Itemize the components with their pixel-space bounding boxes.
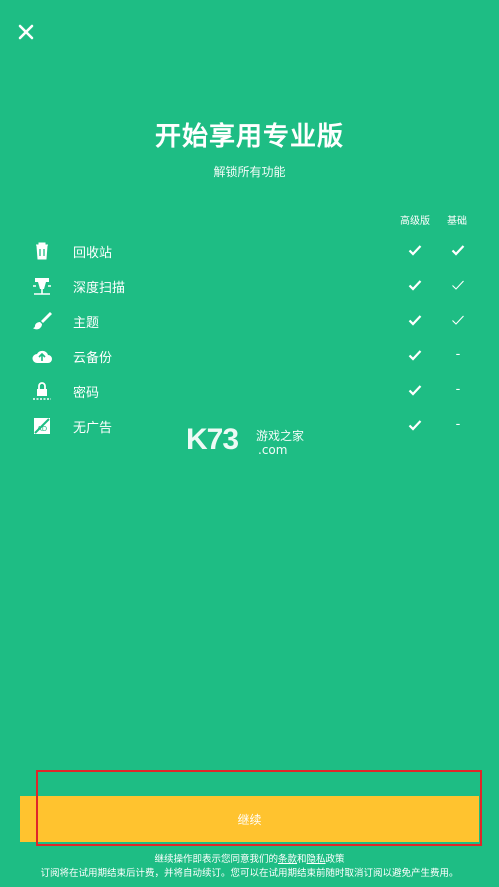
- feature-label: 深度扫描: [73, 281, 126, 296]
- terms-link[interactable]: 条款: [278, 854, 297, 865]
- check-icon: [448, 241, 468, 259]
- terms-prefix: 继续操作即表示您同意我们的: [154, 854, 278, 865]
- feature-label: 云备份: [73, 351, 113, 366]
- scan-icon: [30, 274, 54, 298]
- check-icon: [405, 381, 425, 399]
- continue-button[interactable]: 继续: [20, 796, 479, 842]
- terms-and: 和: [296, 854, 307, 865]
- column-header-basic: 基础: [447, 216, 467, 227]
- privacy-link[interactable]: 隐私: [307, 854, 326, 865]
- watermark-logo: K73 游戏之家 .com: [186, 423, 316, 463]
- trial-note: 订阅将在试用期结束后计费，并将自动续订。您可以在试用期结束前随时取消订阅以避免产…: [40, 868, 459, 879]
- feature-row-theme: 主题: [0, 303, 499, 338]
- terms-suffix: 政策: [325, 854, 345, 865]
- feature-row-recycle-bin: 回收站: [0, 233, 499, 268]
- feature-label: 密码: [73, 386, 100, 401]
- cloud-upload-icon: [30, 344, 54, 368]
- feature-label: 回收站: [73, 246, 113, 261]
- trash-icon: [30, 239, 54, 263]
- check-icon: [405, 311, 425, 329]
- check-icon: [405, 346, 425, 364]
- check-icon: [405, 416, 425, 434]
- no-ads-icon: AD: [30, 414, 54, 438]
- watermark-name: 游戏之家: [256, 429, 305, 443]
- dash-mark: -: [455, 417, 461, 432]
- close-button[interactable]: [14, 20, 38, 44]
- terms-text: 继续操作即表示您同意我们的条款和隐私政策: [0, 851, 499, 865]
- column-header-premium: 高级版: [400, 216, 430, 227]
- close-icon: [18, 24, 34, 40]
- feature-label: 主题: [73, 316, 100, 331]
- page-title: 开始享用专业版: [154, 122, 344, 152]
- check-icon: [405, 276, 425, 294]
- dash-mark: -: [455, 347, 461, 362]
- check-outline-icon: [448, 276, 468, 294]
- feature-label: 无广告: [73, 421, 113, 436]
- svg-text:AD: AD: [37, 425, 47, 433]
- lock-icon: [30, 379, 54, 403]
- watermark-domain: .com: [258, 443, 288, 457]
- page-subtitle: 解锁所有功能: [213, 165, 286, 179]
- dash-mark: -: [455, 382, 461, 397]
- feature-row-password: 密码 -: [0, 373, 499, 408]
- brush-icon: [30, 309, 54, 333]
- watermark-brand: K73: [186, 423, 239, 456]
- check-outline-icon: [448, 311, 468, 329]
- feature-row-deep-scan: 深度扫描: [0, 268, 499, 303]
- feature-row-cloud-backup: 云备份 -: [0, 338, 499, 373]
- check-icon: [405, 241, 425, 259]
